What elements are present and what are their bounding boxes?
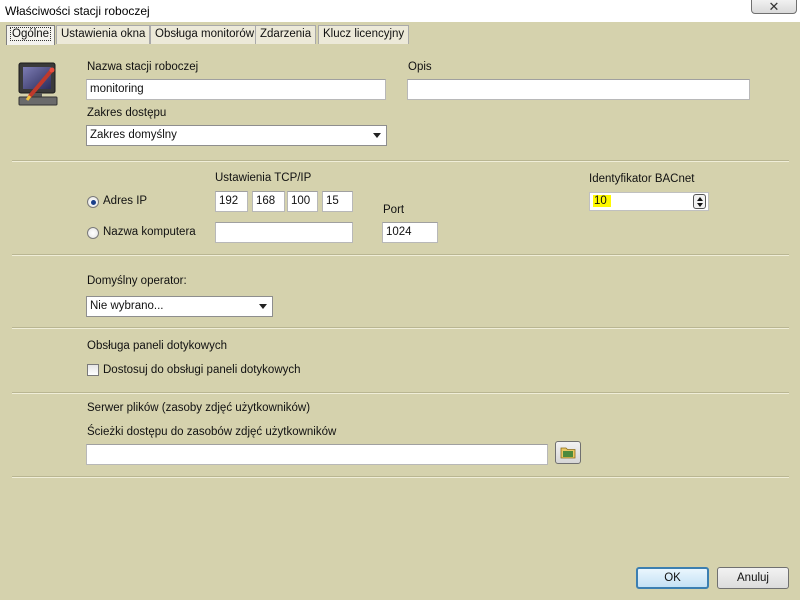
touch-panels-checkbox[interactable] [87, 364, 99, 376]
touch-panels-label: Obsługa paneli dotykowych [87, 340, 227, 352]
tab-general[interactable]: Ogólne [6, 25, 56, 45]
close-icon: ✕ [768, 0, 780, 14]
close-button[interactable]: ✕ [751, 0, 797, 14]
window-title: Właściwości stacji roboczej [5, 4, 150, 18]
port-input[interactable]: 1024 [382, 222, 438, 243]
tcpip-label: Ustawienia TCP/IP [215, 172, 312, 184]
bacnet-id-spinner[interactable]: 10 [589, 192, 709, 211]
access-scope-dropdown[interactable]: Zakres domyślny [86, 125, 387, 146]
station-name-label: Nazwa stacji roboczej [87, 61, 199, 73]
ok-button[interactable]: OK [636, 567, 709, 589]
hostname-radio[interactable] [87, 227, 99, 239]
spin-buttons[interactable] [693, 194, 706, 209]
ip-octet-4[interactable]: 15 [322, 191, 353, 212]
computer-pen-icon [16, 60, 64, 108]
separator [12, 392, 789, 394]
default-operator-dropdown[interactable]: Nie wybrano... [86, 296, 273, 317]
hostname-input[interactable] [215, 222, 353, 243]
touch-panels-checkbox-label: Dostosuj do obsługi paneli dotykowych [103, 364, 301, 376]
default-operator-label: Domyślny operator: [87, 275, 187, 287]
chevron-down-icon [373, 133, 381, 138]
ip-octet-3[interactable]: 100 [287, 191, 318, 212]
tab-window-settings[interactable]: Ustawienia okna [56, 25, 151, 44]
spin-up-icon[interactable] [696, 197, 703, 201]
ip-octet-2[interactable]: 168 [252, 191, 285, 212]
description-input[interactable] [407, 79, 750, 100]
cancel-button[interactable]: Anuluj [717, 567, 789, 589]
ip-octet-1[interactable]: 192 [215, 191, 248, 212]
ip-address-option-label: Adres IP [103, 195, 148, 207]
tab-events[interactable]: Zdarzenia [255, 25, 317, 44]
spin-down-icon[interactable] [696, 203, 703, 207]
separator [12, 476, 789, 478]
description-label: Opis [408, 61, 432, 73]
separator [12, 160, 789, 162]
folder-icon [560, 445, 576, 462]
access-scope-label: Zakres dostępu [87, 107, 167, 119]
photo-path-input[interactable] [86, 444, 548, 465]
chevron-down-icon [259, 304, 267, 309]
tab-monitor-handling[interactable]: Obsługa monitorów [150, 25, 260, 44]
photo-path-label: Ścieżki dostępu do zasobów zdjęć użytkow… [87, 426, 337, 438]
port-label: Port [383, 204, 405, 216]
title-bar: Właściwości stacji roboczej ✕ [0, 0, 800, 22]
separator [12, 327, 789, 329]
separator [12, 254, 789, 256]
file-server-label: Serwer plików (zasoby zdjęć użytkowników… [87, 402, 311, 414]
station-name-input[interactable]: monitoring [86, 79, 386, 100]
browse-folder-button[interactable] [555, 441, 581, 464]
radio-selected-dot [90, 199, 96, 205]
hostname-option-label: Nazwa komputera [103, 226, 196, 238]
ip-address-radio[interactable] [87, 196, 99, 208]
bacnet-id-value[interactable]: 10 [593, 195, 611, 207]
tab-license-key[interactable]: Klucz licencyjny [318, 25, 410, 44]
bacnet-id-label: Identyfikator BACnet [589, 173, 695, 185]
